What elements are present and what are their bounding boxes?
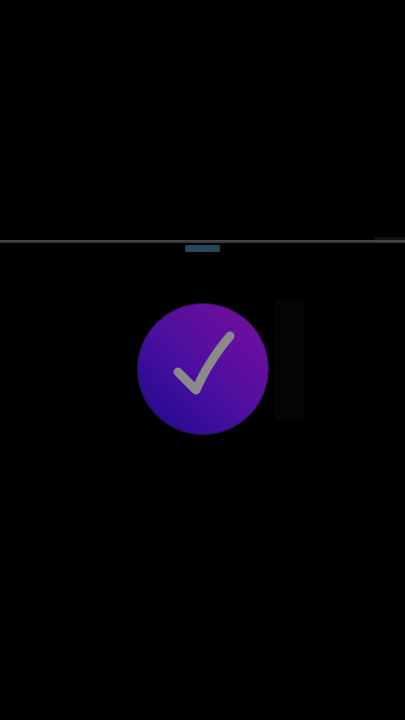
horizontal-divider <box>0 240 405 243</box>
checkmark-icon <box>173 331 235 395</box>
shadow-overlay <box>275 300 305 420</box>
success-badge <box>138 304 268 434</box>
drag-handle[interactable] <box>185 245 220 252</box>
screen <box>0 0 405 720</box>
divider-edge <box>375 237 405 243</box>
